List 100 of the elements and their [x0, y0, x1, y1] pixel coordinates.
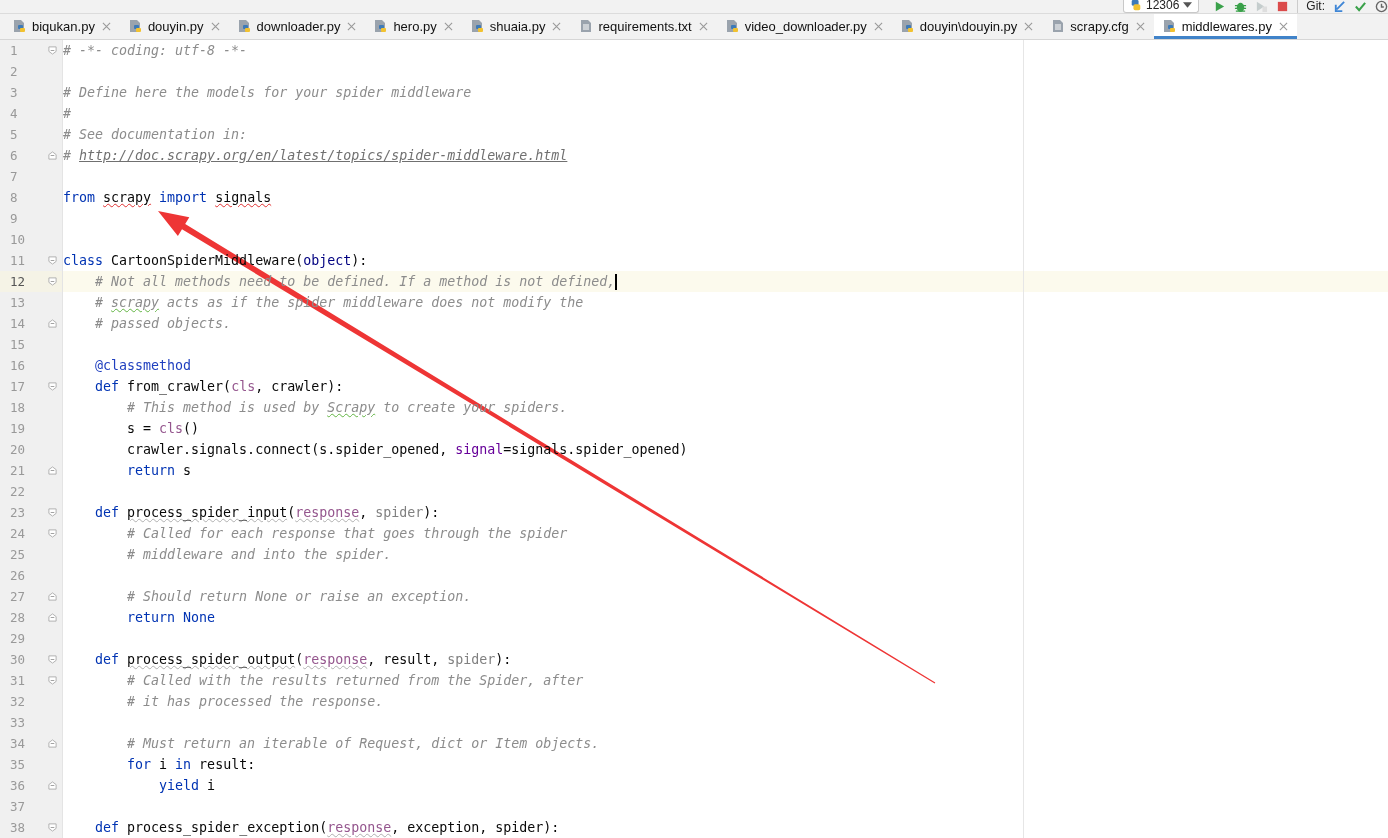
fold-icon[interactable]: [47, 592, 57, 601]
python-file-icon: [900, 19, 915, 34]
line-number: 19: [9, 421, 27, 436]
close-icon[interactable]: [552, 21, 562, 31]
line-number: 36: [9, 778, 27, 793]
code-line: @classmethod: [94, 358, 192, 373]
code-line: #: [63, 106, 71, 121]
line-number: 23: [9, 505, 27, 520]
close-icon[interactable]: [873, 21, 883, 31]
python-file-icon: [470, 19, 485, 34]
code-line: # Called with the results returned from the Spider, after: [126, 673, 584, 688]
check-icon[interactable]: [1354, 0, 1367, 13]
close-icon[interactable]: [1278, 21, 1288, 31]
line-number: 18: [9, 400, 27, 415]
line-number: 26: [9, 568, 27, 583]
code-line: # Should return None or raise an exception.: [126, 589, 472, 604]
file-tab[interactable]: douyin\douyin.py: [891, 13, 1043, 39]
line-number: 32: [9, 694, 27, 709]
line-number: 37: [9, 799, 27, 814]
file-tab[interactable]: douyin.py: [119, 13, 229, 39]
fold-icon[interactable]: [47, 46, 57, 55]
code-line: def from_crawler(cls, crawler):: [94, 379, 344, 394]
code-line: def process_spider_exception(response, exception, spider):: [94, 820, 560, 835]
file-tab[interactable]: scrapy.cfg: [1042, 13, 1154, 39]
line-number: 21: [9, 463, 27, 478]
fold-icon[interactable]: [47, 151, 57, 160]
code-line: # passed objects.: [94, 316, 232, 331]
file-tab[interactable]: video_downloader.py: [716, 13, 892, 39]
fold-icon[interactable]: [47, 823, 57, 832]
close-icon[interactable]: [101, 21, 111, 31]
python-file-icon: [128, 19, 143, 34]
close-icon[interactable]: [443, 21, 453, 31]
close-icon[interactable]: [1135, 21, 1145, 31]
fold-icon[interactable]: [47, 655, 57, 664]
caret-icon: [1183, 1, 1193, 8]
file-tab[interactable]: requirements.txt: [570, 13, 717, 39]
fold-icon[interactable]: [47, 508, 57, 517]
line-number: 2: [9, 64, 19, 79]
line-number: 34: [9, 736, 27, 751]
fold-icon[interactable]: [47, 382, 57, 391]
fold-icon[interactable]: [47, 256, 57, 265]
python-file-icon: [1162, 19, 1177, 34]
close-icon[interactable]: [1024, 21, 1034, 31]
line-number: 33: [9, 715, 27, 730]
fold-icon[interactable]: [47, 739, 57, 748]
python-file-icon: [725, 19, 740, 34]
line-number: 11: [9, 253, 27, 268]
line-number: 29: [9, 631, 27, 646]
line-number: 28: [9, 610, 27, 625]
file-tab[interactable]: biqukan.py: [4, 13, 120, 39]
fold-icon[interactable]: [47, 781, 57, 790]
code-line: return s: [126, 463, 192, 478]
file-tab[interactable]: hero.py: [365, 13, 462, 39]
line-number: 35: [9, 757, 27, 772]
run-config-dropdown[interactable]: 12306: [1122, 0, 1200, 13]
close-icon[interactable]: [210, 21, 220, 31]
python-file-icon: [374, 19, 389, 34]
line-number: 15: [9, 337, 27, 352]
clock-icon[interactable]: [1375, 0, 1388, 13]
fold-icon[interactable]: [47, 319, 57, 328]
arrow-icon[interactable]: [1333, 0, 1346, 13]
text-file-icon: [1051, 19, 1066, 34]
bug-icon[interactable]: [1234, 0, 1248, 13]
line-number: 7: [9, 169, 19, 184]
line-number: 38: [9, 820, 27, 835]
code-line: from scrapy import signals: [63, 190, 272, 205]
line-number: 14: [9, 316, 27, 331]
line-number: 31: [9, 673, 27, 688]
code-line: # Not all methods need to be defined. If a method is not defined,: [94, 273, 618, 290]
line-number: 25: [9, 547, 27, 562]
close-icon[interactable]: [347, 21, 357, 31]
code-line: yield i: [158, 778, 216, 793]
fold-icon[interactable]: [47, 277, 57, 286]
file-tab[interactable]: middlewares.py: [1153, 13, 1297, 39]
line-number: 1: [9, 43, 19, 58]
git-label: Git:: [1306, 0, 1325, 13]
text-file-icon: [579, 19, 594, 34]
close-icon[interactable]: [698, 21, 708, 31]
line-number: 20: [9, 442, 27, 457]
line-number: 9: [9, 211, 19, 226]
code-line: # Must return an iterable of Request, dict or Item objects.: [126, 736, 600, 751]
fold-icon[interactable]: [47, 529, 57, 538]
python-file-icon: [237, 19, 252, 34]
python-icon: [1129, 0, 1142, 11]
stop-icon[interactable]: [1276, 0, 1290, 13]
fold-icon[interactable]: [47, 676, 57, 685]
file-tab[interactable]: shuaia.py: [461, 13, 571, 39]
line-number: 13: [9, 295, 27, 310]
code-line: # it has processed the response.: [126, 694, 384, 709]
fold-icon[interactable]: [47, 613, 57, 622]
line-number: 3: [9, 85, 19, 100]
fold-icon[interactable]: [47, 466, 57, 475]
file-tab[interactable]: downloader.py: [228, 13, 366, 39]
line-number: 24: [9, 526, 27, 541]
line-number: 27: [9, 589, 27, 604]
line-number: 4: [9, 106, 19, 121]
line-number: 22: [9, 484, 27, 499]
code-line: # http://doc.scrapy.org/en/latest/topics/spider-middleware.html: [63, 148, 568, 163]
code-line: def process_spider_output(response, result, spider):: [94, 652, 512, 667]
code-line: # Define here the models for your spider middleware: [63, 85, 472, 100]
